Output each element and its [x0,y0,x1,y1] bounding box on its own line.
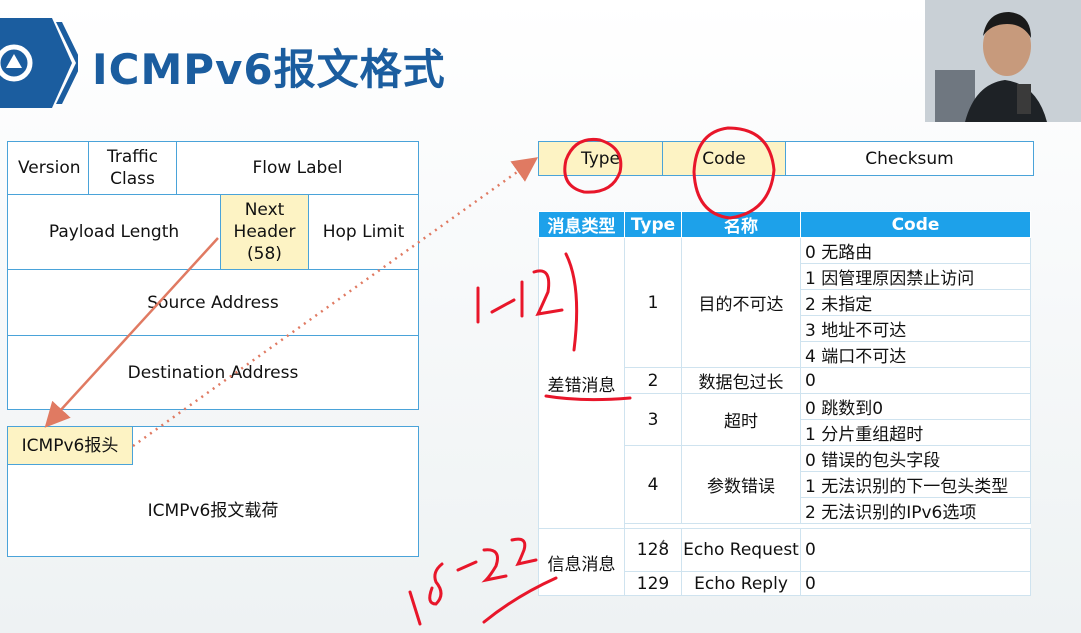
category-cell: 差错消息 [538,237,625,529]
code-cell: 1 因管理原因禁止访问 [800,263,1031,290]
code-cell: 0 无路由 [800,237,1031,264]
type-cell: 2 [624,367,682,394]
code-cell: 0 [800,528,1031,572]
type-cell: 1 [624,237,682,368]
webcam-video [925,0,1081,122]
handwriting-stroke [456,560,478,572]
name-cell: 参数错误 [681,445,801,524]
header-name: 名称 [681,211,801,238]
code-cell: 0 [800,367,1031,394]
presenter-image [925,0,1081,122]
table-header-row: 消息类型 Type 名称 Code [538,211,1031,238]
name-cell: Echo Reply [681,571,801,596]
name-cell: 数据包过长 [681,367,801,394]
type-cell: 129 [624,571,682,596]
header-type: Type [624,211,682,238]
source-address-field: Source Address [7,269,419,336]
name-cell: Echo Request [681,528,801,572]
handwriting-stroke [408,590,422,626]
code-cell: 2 未指定 [800,289,1031,316]
destination-address-field: Destination Address [7,335,419,410]
code-cell: 0 跳数到0 [800,393,1031,420]
code-cell: 1 无法识别的下一包头类型 [800,471,1031,498]
hop-limit-field: Hop Limit [308,194,419,270]
code-cell: 0 [800,571,1031,596]
page-title: ICMPv6报文格式 [92,45,446,94]
type-field: Type [538,141,663,176]
code-cell: 0 错误的包头字段 [800,445,1031,472]
code-cell: 4 端口不可达 [800,341,1031,368]
version-field: Version [7,141,89,195]
code-field: Code [662,141,786,176]
icmpv6-header: ICMPv6报头 [7,426,133,465]
handwriting-stroke [490,298,516,314]
logo-chevron-icon [0,18,78,108]
table-row: 信息消息 128 Echo Request 0 [538,528,1031,596]
next-header-field: Next Header (58) [220,194,309,270]
header-category: 消息类型 [538,211,625,238]
icmpv6-type-code-table: 消息类型 Type 名称 Code 差错消息 1 目的不可达 0 无路由 1 因… [538,211,1031,596]
code-cell: 3 地址不可达 [800,315,1031,342]
traffic-class-field: Traffic Class [88,141,177,195]
header-code: Code [800,211,1031,238]
table-row: 差错消息 1 目的不可达 0 无路由 [538,237,1031,529]
type-cell: 3 [624,393,682,446]
flow-label-field: Flow Label [176,141,419,195]
handwriting-stroke [481,548,508,583]
payload-length-field: Payload Length [7,194,221,270]
handwriting-stroke [428,562,444,606]
name-cell: 目的不可达 [681,237,801,368]
code-cell: 2 无法识别的IPv6选项 [800,497,1031,524]
category-cell: 信息消息 [538,528,625,596]
checksum-field: Checksum [785,141,1034,176]
type-cell: 128 [624,528,682,572]
type-cell: 4 [624,445,682,524]
code-cell: 1 分片重组超时 [800,419,1031,446]
handwriting-stroke [510,537,538,567]
name-cell: 超时 [681,393,801,446]
